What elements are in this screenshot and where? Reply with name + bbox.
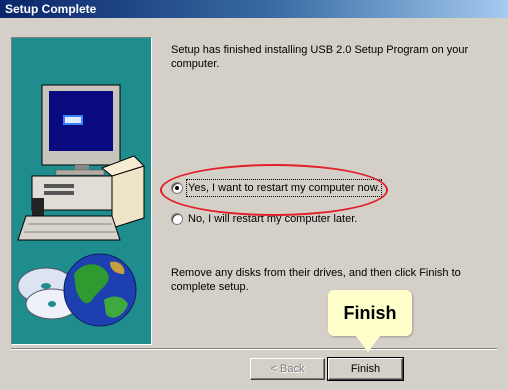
finish-callout: Finish [328,290,412,336]
highlight-ring [160,164,388,216]
completion-message: Setup has finished installing USB 2.0 Se… [171,44,469,70]
computer-illustration-icon [17,84,145,327]
separator [11,348,497,350]
title-bar: Setup Complete [0,0,508,18]
setup-dialog: Setup has finished installing USB 2.0 Se… [0,18,508,390]
setup-illustration-panel [11,37,152,345]
restart-later-radio[interactable] [171,213,183,225]
finish-button[interactable]: Finish [327,357,404,381]
back-button[interactable]: < Back [250,358,325,380]
window-title: Setup Complete [5,2,97,16]
callout-tail [356,336,380,352]
